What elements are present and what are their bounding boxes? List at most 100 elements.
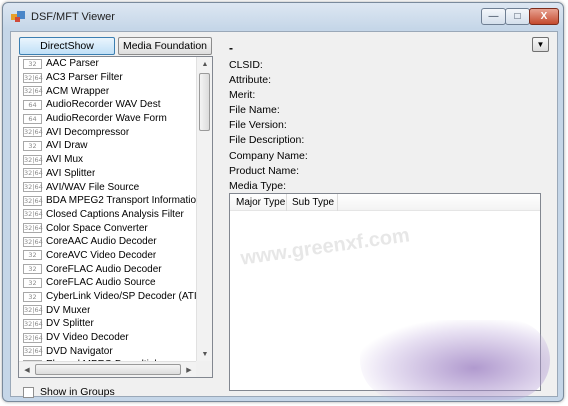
bitness-badge: 32|64 xyxy=(23,236,43,247)
scroll-right-icon[interactable]: ▶ xyxy=(181,362,197,377)
filter-label: AVI Mux xyxy=(46,154,84,166)
vertical-scroll-thumb[interactable] xyxy=(199,73,210,131)
bitness-badge: 32 xyxy=(23,140,42,151)
filter-label: AudioRecorder WAV Dest xyxy=(46,99,161,111)
filter-label: AAC Parser xyxy=(46,58,99,70)
bitness-badge: 32|64 xyxy=(23,318,43,329)
list-item[interactable]: 32|64 DV Muxer xyxy=(19,303,197,317)
filter-label: AVI/WAV File Source xyxy=(46,181,140,193)
field-clsid: CLSID: xyxy=(229,59,263,71)
filter-label: Color Space Converter xyxy=(46,222,148,234)
bitness-badge: 32|64 xyxy=(23,346,43,357)
bitness-badge: 32 xyxy=(23,264,42,275)
field-file-name: File Name: xyxy=(229,104,280,116)
show-in-groups-label: Show in Groups xyxy=(40,386,115,398)
list-item[interactable]: 32|64 DV Splitter xyxy=(19,317,197,331)
selected-filter-name: - xyxy=(229,41,233,55)
scroll-down-icon[interactable]: ▼ xyxy=(197,347,212,362)
tab-media-foundation[interactable]: Media Foundation xyxy=(118,37,212,55)
field-file-description: File Description: xyxy=(229,134,305,146)
list-item[interactable]: 32 AVI Draw xyxy=(19,139,197,153)
chevron-down-icon[interactable]: ▼ xyxy=(532,37,549,52)
show-in-groups-checkbox[interactable]: Show in Groups xyxy=(23,386,115,398)
list-item[interactable]: 32|64 DVD Navigator xyxy=(19,344,197,358)
blur-smudge xyxy=(360,320,550,400)
list-item[interactable]: 32 CoreFLAC Audio Source xyxy=(19,276,197,290)
title-bar[interactable]: DSF/MFT Viewer — □ X xyxy=(3,3,563,31)
field-product-name: Product Name: xyxy=(229,165,300,177)
minimize-icon: — xyxy=(488,11,499,22)
filter-label: CoreAAC Audio Decoder xyxy=(46,236,157,248)
list-item[interactable]: 64 AudioRecorder WAV Dest xyxy=(19,98,197,112)
list-item[interactable]: 64 AudioRecorder Wave Form xyxy=(19,112,197,126)
filter-label: AC3 Parser Filter xyxy=(46,72,123,84)
media-type-header: Major Type Sub Type xyxy=(230,194,540,211)
list-item[interactable]: 32|64 ACM Wrapper xyxy=(19,84,197,98)
bitness-badge: 64 xyxy=(23,113,42,124)
bitness-badge: 32|64 xyxy=(23,86,43,97)
filter-list[interactable]: 32 AAC Parser 32|64 AC3 Parser Filter 32|64 A… xyxy=(18,56,213,378)
bitness-badge: 32|64 xyxy=(23,127,43,138)
list-item[interactable]: 32|64 BDA MPEG2 Transport Information F xyxy=(19,194,197,208)
maximize-button[interactable]: □ xyxy=(505,8,530,25)
bitness-badge: 32 xyxy=(23,58,42,69)
list-item[interactable]: 32|64 AVI Mux xyxy=(19,153,197,167)
filter-label: ACM Wrapper xyxy=(46,85,110,97)
filter-label: CoreFLAC Audio Decoder xyxy=(46,263,162,275)
minimize-button[interactable]: — xyxy=(481,8,506,25)
field-media-type: Media Type: xyxy=(229,180,287,192)
horizontal-scroll-thumb[interactable] xyxy=(35,364,181,375)
filter-label: DVD Navigator xyxy=(46,345,113,357)
app-icon xyxy=(11,11,25,22)
scroll-up-icon[interactable]: ▲ xyxy=(197,57,212,72)
list-item[interactable]: 32 AAC Parser xyxy=(19,57,197,71)
bitness-badge: 32|64 xyxy=(23,154,43,165)
list-item[interactable]: 32|64 CoreAAC Audio Decoder xyxy=(19,235,197,249)
bitness-badge: 32 xyxy=(23,291,42,302)
bitness-badge: 32|64 xyxy=(23,223,43,234)
column-divider[interactable] xyxy=(337,194,338,211)
horizontal-scrollbar[interactable]: ◀ ▶ xyxy=(19,361,197,377)
scroll-left-icon[interactable]: ◀ xyxy=(19,362,35,377)
list-item[interactable]: 32|64 AVI Decompressor xyxy=(19,125,197,139)
window-title: DSF/MFT Viewer xyxy=(31,11,115,23)
list-item[interactable]: 32|64 AVI Splitter xyxy=(19,167,197,181)
filter-label: AVI Draw xyxy=(46,140,88,152)
scrollbar-corner xyxy=(196,361,212,377)
column-major-type[interactable]: Major Type xyxy=(236,197,285,208)
list-item[interactable]: 32 CyberLink Video/SP Decoder (ATI) xyxy=(19,290,197,304)
column-divider[interactable] xyxy=(286,194,287,211)
filter-label: AVI Splitter xyxy=(46,167,96,179)
filter-label: AudioRecorder Wave Form xyxy=(46,113,167,125)
filter-label: DV Video Decoder xyxy=(46,332,129,344)
bitness-badge: 32|64 xyxy=(23,72,43,83)
filter-label: CoreAVC Video Decoder xyxy=(46,249,157,261)
bitness-badge: 32 xyxy=(23,250,42,261)
list-item[interactable]: 32 CoreAVC Video Decoder xyxy=(19,249,197,263)
list-item[interactable]: 32|64 AVI/WAV File Source xyxy=(19,180,197,194)
tab-directshow[interactable]: DirectShow xyxy=(19,37,115,55)
list-item[interactable]: 32|64 AC3 Parser Filter xyxy=(19,71,197,85)
bitness-badge: 32 xyxy=(23,277,42,288)
filter-label: BDA MPEG2 Transport Information F xyxy=(46,195,197,207)
field-merit: Merit: xyxy=(229,89,256,101)
maximize-icon: □ xyxy=(514,11,521,22)
bitness-badge: 64 xyxy=(23,99,42,110)
filter-label: AVI Decompressor xyxy=(46,126,130,138)
list-item[interactable]: 32|64 Closed Captions Analysis Filter xyxy=(19,208,197,222)
list-item[interactable]: 32|64 Color Space Converter xyxy=(19,221,197,235)
vertical-scrollbar[interactable]: ▲ ▼ xyxy=(196,57,212,362)
checkbox-box[interactable] xyxy=(23,386,34,398)
close-button[interactable]: X xyxy=(529,8,559,25)
filter-list-rows: 32 AAC Parser 32|64 AC3 Parser Filter 32|64 A… xyxy=(19,57,197,362)
filter-label: DV Splitter xyxy=(46,318,94,330)
column-sub-type[interactable]: Sub Type xyxy=(292,197,334,208)
close-icon: X xyxy=(540,11,548,22)
list-item[interactable]: 32|64 DV Video Decoder xyxy=(19,331,197,345)
filter-label: CyberLink Video/SP Decoder (ATI) xyxy=(46,291,197,303)
list-item[interactable]: 32 CoreFLAC Audio Decoder xyxy=(19,262,197,276)
filter-label: CoreFLAC Audio Source xyxy=(46,277,156,289)
bitness-badge: 32|64 xyxy=(23,332,43,343)
bitness-badge: 32|64 xyxy=(23,209,43,220)
field-file-version: File Version: xyxy=(229,119,287,131)
